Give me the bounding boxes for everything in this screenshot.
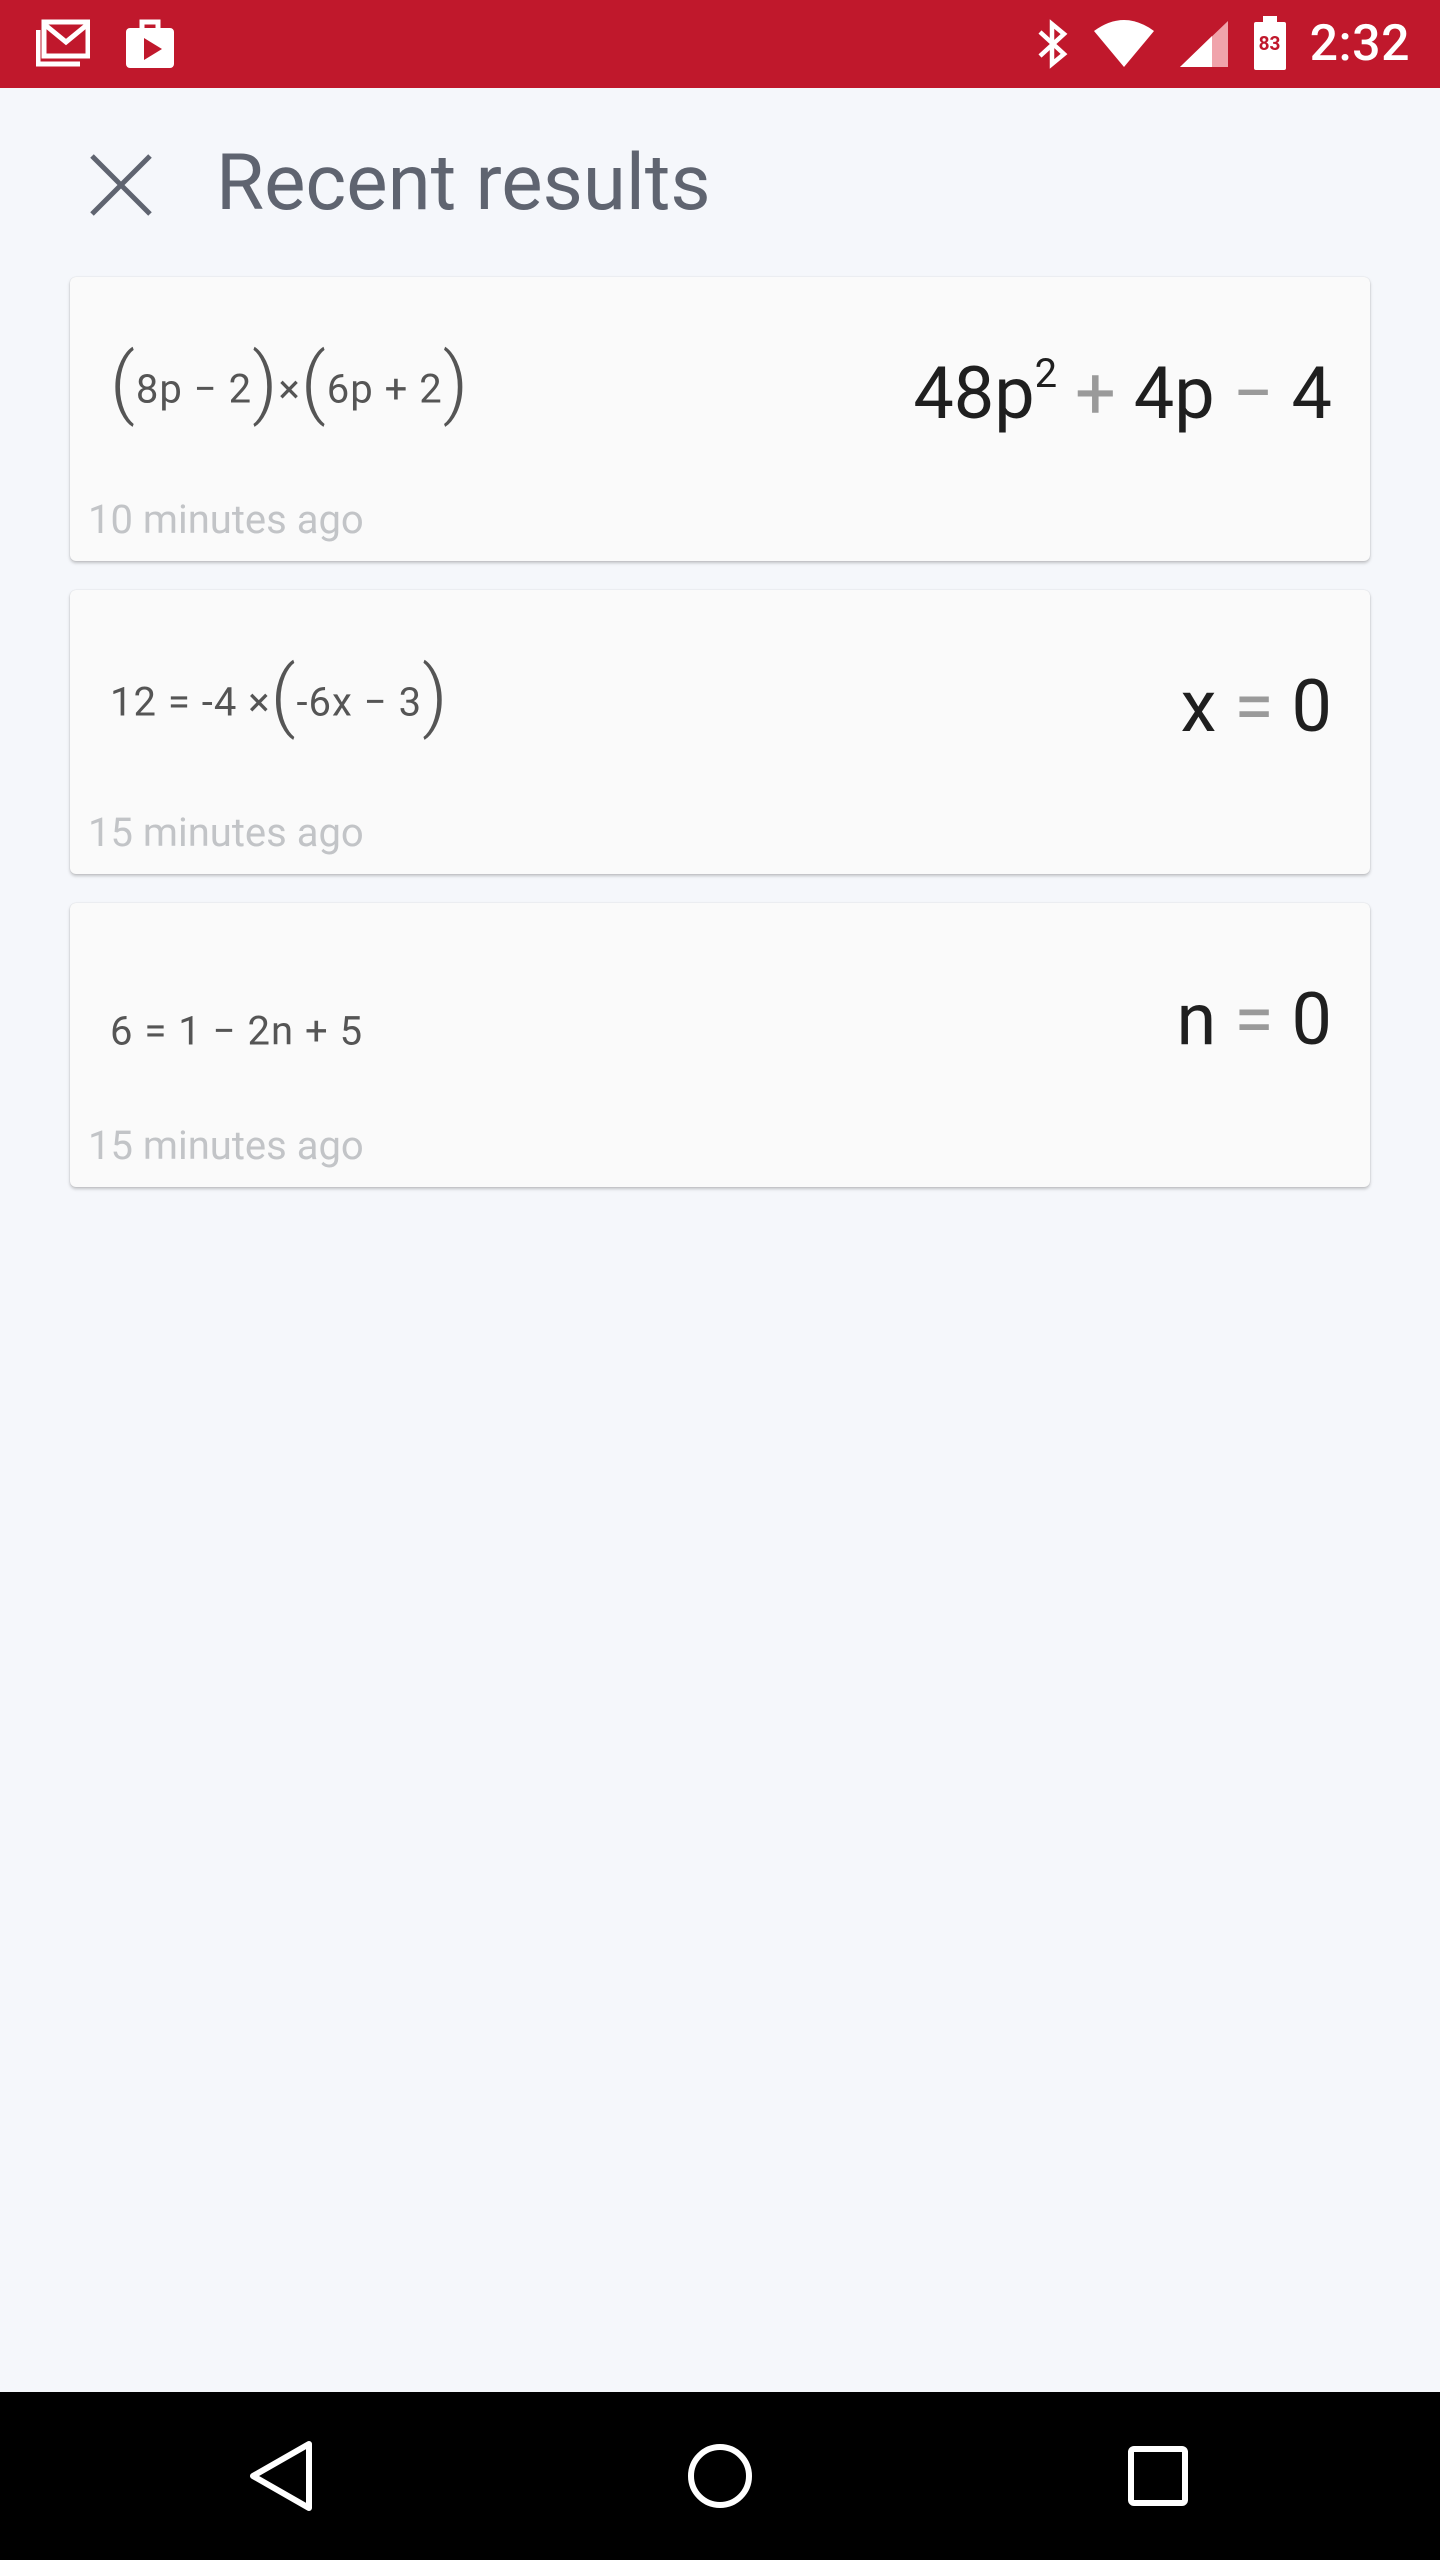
answer-operator: = bbox=[1234, 664, 1274, 749]
answer-term: 4 bbox=[1291, 351, 1332, 436]
result-expression: (8p − 2)×(6p + 2) bbox=[110, 338, 469, 437]
paren-open: ( bbox=[270, 651, 297, 743]
expression-term: 8p − 2 bbox=[135, 365, 253, 413]
back-icon bbox=[250, 2441, 312, 2511]
battery-icon: 83 bbox=[1252, 16, 1288, 72]
expression-operator: × bbox=[278, 365, 301, 413]
gmail-icon bbox=[36, 18, 90, 70]
page-title: Recent results bbox=[216, 138, 711, 229]
answer-variable: x bbox=[1180, 664, 1217, 749]
expression-term: 12 = -4 × bbox=[110, 678, 271, 726]
wifi-icon bbox=[1092, 19, 1156, 69]
paren-close: ) bbox=[442, 338, 470, 430]
cellular-signal-icon bbox=[1178, 19, 1230, 69]
expression-term: 6 = 1 − 2n + 5 bbox=[110, 1007, 364, 1055]
answer-operator: − bbox=[1232, 351, 1274, 436]
battery-level: 83 bbox=[1258, 32, 1281, 55]
result-card[interactable]: (8p − 2)×(6p + 2) 48p2 + 4p − 4 10 minut… bbox=[70, 277, 1370, 561]
status-bar: 83 2:32 bbox=[0, 0, 1440, 88]
answer-term: 48p bbox=[913, 351, 1035, 436]
paren-close: ) bbox=[252, 338, 279, 430]
answer-operator: = bbox=[1234, 977, 1274, 1062]
bluetooth-icon bbox=[1036, 18, 1070, 70]
status-time: 2:32 bbox=[1309, 15, 1410, 73]
result-answer: x = 0 bbox=[1181, 664, 1332, 749]
result-card[interactable]: 12 = -4 ×(-6x − 3) x = 0 15 minutes ago bbox=[70, 590, 1370, 874]
answer-term: 4p bbox=[1133, 351, 1215, 436]
system-icons: 83 2:32 bbox=[1036, 10, 1410, 78]
recents-icon bbox=[1128, 2446, 1188, 2506]
play-store-icon bbox=[124, 18, 176, 70]
result-expression: 12 = -4 ×(-6x − 3) bbox=[110, 651, 449, 750]
home-button[interactable] bbox=[620, 2392, 820, 2560]
paren-open: ( bbox=[300, 338, 327, 430]
paren-open: ( bbox=[110, 338, 136, 430]
answer-value: 0 bbox=[1291, 977, 1332, 1062]
notification-icons bbox=[36, 18, 176, 70]
answer-exponent: 2 bbox=[1034, 350, 1058, 397]
result-answer: 48p2 + 4p − 4 bbox=[913, 350, 1332, 436]
answer-value: 0 bbox=[1291, 664, 1332, 749]
result-expression: 6 = 1 − 2n + 5 bbox=[110, 1007, 363, 1054]
expression-term: 6p + 2 bbox=[326, 365, 443, 413]
back-button[interactable] bbox=[180, 2392, 380, 2560]
close-icon bbox=[90, 154, 152, 216]
recents-button[interactable] bbox=[1058, 2392, 1258, 2560]
results-list: (8p − 2)×(6p + 2) 48p2 + 4p − 4 10 minut… bbox=[70, 277, 1370, 1216]
home-icon bbox=[688, 2444, 752, 2508]
paren-close: ) bbox=[422, 651, 449, 743]
result-timestamp: 10 minutes ago bbox=[88, 496, 364, 543]
navigation-bar bbox=[0, 2392, 1440, 2560]
result-timestamp: 15 minutes ago bbox=[88, 1122, 364, 1169]
close-button[interactable] bbox=[74, 138, 168, 232]
answer-variable: n bbox=[1176, 977, 1217, 1062]
result-answer: n = 0 bbox=[1177, 977, 1332, 1062]
header: Recent results bbox=[0, 88, 1440, 276]
result-timestamp: 15 minutes ago bbox=[88, 809, 364, 856]
answer-operator: + bbox=[1075, 351, 1116, 436]
result-card[interactable]: 6 = 1 − 2n + 5 n = 0 15 minutes ago bbox=[70, 903, 1370, 1187]
expression-term: -6x − 3 bbox=[296, 678, 423, 726]
